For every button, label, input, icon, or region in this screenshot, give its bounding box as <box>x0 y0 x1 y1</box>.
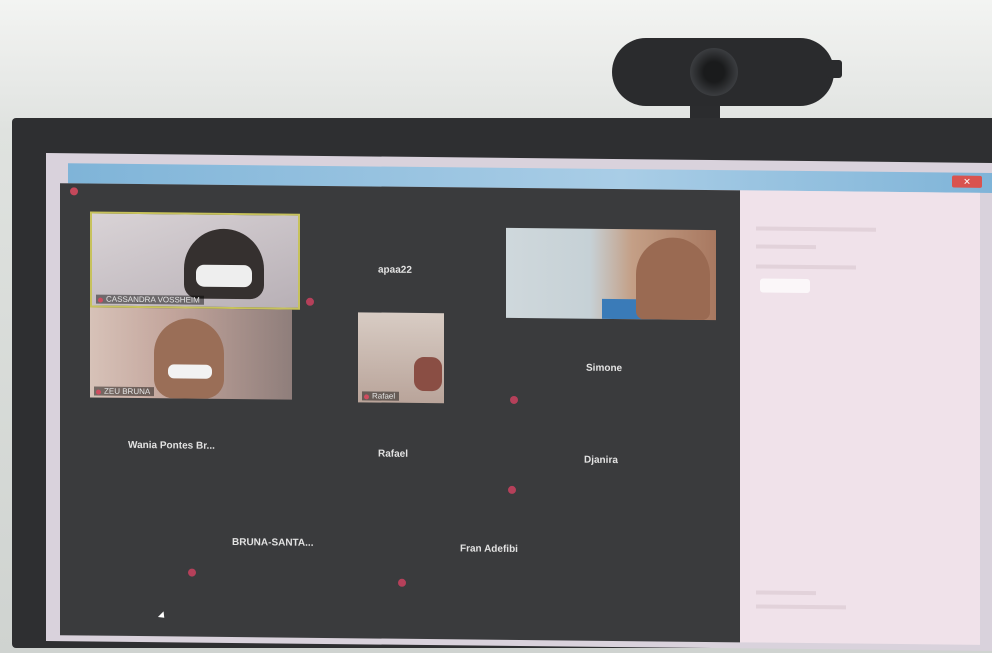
participant-name-apaa22[interactable]: apaa22 <box>378 265 412 276</box>
participant-name-rafael[interactable]: Rafael <box>378 449 408 460</box>
muted-mic-icon <box>188 568 196 577</box>
chat-input-line <box>756 590 816 596</box>
monitor-screen: ✕ CASSANDRA VOSSHEIM ZEU BRUNA Rafael ap… <box>46 153 992 651</box>
muted-mic-icon <box>508 485 516 494</box>
face-mask <box>168 364 212 379</box>
participant-partial-face <box>414 356 442 392</box>
webcam <box>612 38 842 106</box>
participant-name-fran[interactable]: Fran Adefibi <box>460 543 518 555</box>
recording-dot-icon <box>70 187 78 196</box>
participant-name-label: ZEU BRUNA <box>94 386 155 397</box>
muted-mic-icon <box>398 578 406 587</box>
chat-panel <box>740 190 980 645</box>
chat-message-line <box>756 226 876 232</box>
participant-name-simone[interactable]: Simone <box>586 363 622 374</box>
participant-name-wania[interactable]: Wania Pontes Br... <box>128 440 215 452</box>
chat-message-bubble <box>760 278 810 294</box>
recording-indicator <box>70 187 83 196</box>
participant-name-djanira[interactable]: Djanira <box>584 455 618 466</box>
muted-mic-icon <box>510 395 518 404</box>
face-mask <box>196 264 252 288</box>
participant-head <box>636 237 710 321</box>
video-tile[interactable]: ZEU BRUNA <box>90 307 292 400</box>
window-close-button[interactable]: ✕ <box>952 175 982 188</box>
participant-name-bruna[interactable]: BRUNA-SANTA... <box>232 537 313 549</box>
participant-face <box>154 318 224 399</box>
video-tile[interactable]: Rafael <box>358 312 444 404</box>
chat-message-line <box>756 264 856 270</box>
participant-name-label: CASSANDRA VOSSHEIM <box>96 294 204 305</box>
chat-message-line <box>756 244 816 250</box>
participant-name-label: Rafael <box>362 391 400 401</box>
webcam-lens <box>690 48 738 96</box>
chat-input-line <box>756 604 846 610</box>
participant-hair <box>184 228 264 300</box>
video-tile[interactable] <box>506 227 716 321</box>
video-meeting-gallery: CASSANDRA VOSSHEIM ZEU BRUNA Rafael apaa… <box>60 183 740 643</box>
video-tile-active-speaker[interactable]: CASSANDRA VOSSHEIM <box>90 211 300 310</box>
muted-mic-icon <box>306 297 314 306</box>
webcam-side-tab <box>826 60 842 78</box>
